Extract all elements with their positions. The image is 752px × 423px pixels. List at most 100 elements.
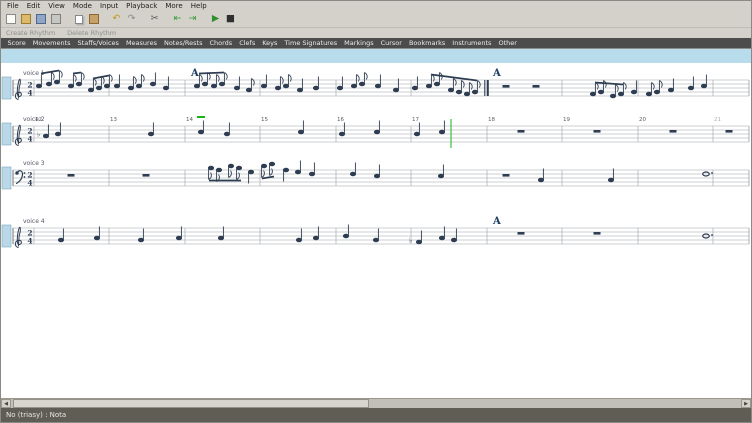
measure-number: 17 (412, 117, 419, 123)
rhythm-toolbar: Create Rhythm Delete Rhythm (1, 28, 751, 38)
menu-item-help[interactable]: Help (187, 1, 211, 11)
rehearsal-mark: A (492, 216, 501, 227)
staff-tab[interactable] (2, 225, 11, 247)
svg-text:4: 4 (27, 89, 32, 98)
scrollbar-thumb[interactable] (13, 399, 369, 408)
measure-number: 21 (714, 117, 721, 123)
score-canvas[interactable]: voice 124AAvoice 224♭voice 324voice 424A… (1, 48, 751, 398)
print-icon[interactable] (49, 13, 62, 26)
measure-number: 18 (488, 117, 495, 123)
svg-text:♭: ♭ (409, 237, 412, 245)
measure-number: 20 (639, 117, 646, 123)
statusbar-text: No (triasy) : Nota (6, 411, 66, 419)
undo-icon[interactable]: ↶ (110, 13, 123, 26)
print-icon (51, 14, 61, 24)
treble-clef-icon (15, 227, 21, 247)
staff-voice-4[interactable]: voice 424A♭ (2, 216, 749, 248)
staff-label: voice 3 (23, 160, 45, 167)
play-icon[interactable]: ▶ (209, 13, 222, 26)
measure-number: 19 (563, 117, 570, 123)
create-rhythm-button[interactable]: Create Rhythm (6, 29, 55, 37)
staff-voice-3[interactable]: voice 324 (2, 160, 749, 189)
redo-icon: ↷ (128, 14, 136, 24)
menu-item-view[interactable]: View (44, 1, 69, 11)
horizontal-scrollbar[interactable]: ◀ ▶ (1, 398, 751, 408)
svg-text:4: 4 (27, 135, 32, 144)
save-file-icon[interactable] (34, 13, 47, 26)
save-file-icon (36, 14, 46, 24)
cut-icon: ✂ (151, 14, 159, 24)
copy-icon (75, 15, 83, 24)
staff-label: voice 4 (23, 218, 45, 225)
action-menu-notes-rests[interactable]: Notes/Rests (160, 38, 206, 48)
go-to-end-icon[interactable]: ⇥ (186, 13, 199, 26)
score-svg[interactable]: voice 124AAvoice 224♭voice 324voice 424A… (1, 49, 752, 399)
action-menu-measures[interactable]: Measures (122, 38, 160, 48)
action-menu-movements[interactable]: Movements (29, 38, 74, 48)
stop-icon[interactable]: ■ (224, 13, 237, 26)
menu-item-file[interactable]: File (3, 1, 23, 11)
denemo-window: FileEditViewModeInputPlaybackMoreHelp ↶ ↷… (0, 0, 752, 423)
rehearsal-mark: A (190, 68, 199, 79)
score-header-band (1, 49, 752, 63)
copy-icon[interactable] (72, 13, 85, 26)
statusbar: No (triasy) : Nota (1, 408, 751, 422)
action-menu-instruments[interactable]: Instruments (449, 38, 495, 48)
undo-icon: ↶ (113, 14, 121, 24)
new-file-icon[interactable] (4, 13, 17, 26)
go-to-start-icon[interactable]: ⇤ (171, 13, 184, 26)
menubar: FileEditViewModeInputPlaybackMoreHelp (1, 1, 751, 11)
action-menu-chords[interactable]: Chords (206, 38, 236, 48)
stop-icon: ■ (226, 14, 235, 24)
measure-number: 15 (261, 117, 268, 123)
measure-number: 14 (186, 117, 193, 123)
menu-item-edit[interactable]: Edit (23, 1, 45, 11)
selection-marker (197, 116, 205, 118)
measure-number: 16 (337, 117, 344, 123)
scroll-right-button[interactable]: ▶ (741, 399, 751, 408)
action-menu-clefs[interactable]: Clefs (236, 38, 259, 48)
toolbar-separator (201, 13, 207, 26)
staff-tab[interactable] (2, 167, 11, 189)
cut-icon[interactable]: ✂ (148, 13, 161, 26)
staff-voice-1[interactable]: voice 124AA (2, 68, 749, 100)
paste-icon[interactable] (87, 13, 100, 26)
go-to-end-icon: ⇥ (189, 14, 197, 24)
main-toolbar: ↶ ↷ ✂ ⇤ ⇥ ▶ ■ (1, 11, 751, 28)
svg-text:♭: ♭ (37, 131, 40, 139)
action-menu-cursor[interactable]: Cursor (377, 38, 405, 48)
toolbar-separator (163, 13, 169, 26)
scroll-left-button[interactable]: ◀ (1, 399, 11, 408)
svg-text:4: 4 (27, 237, 32, 246)
action-menubar: ScoreMovementsStaffs/VoicesMeasuresNotes… (1, 38, 751, 48)
paste-icon (89, 14, 99, 24)
menu-item-mode[interactable]: Mode (69, 1, 96, 11)
action-menu-keys[interactable]: Keys (259, 38, 281, 48)
menu-item-more[interactable]: More (161, 1, 186, 11)
measure-number: 12 (35, 117, 42, 123)
toolbar-separator (64, 13, 70, 26)
action-menu-other[interactable]: Other (495, 38, 520, 48)
toolbar-separator (102, 13, 108, 26)
action-menu-staffs-voices[interactable]: Staffs/Voices (74, 38, 122, 48)
action-menu-score[interactable]: Score (4, 38, 29, 48)
action-menu-markings[interactable]: Markings (341, 38, 377, 48)
menu-item-playback[interactable]: Playback (122, 1, 161, 11)
open-file-icon (21, 14, 31, 24)
go-to-start-icon: ⇤ (174, 14, 182, 24)
action-menu-time-signatures[interactable]: Time Signatures (281, 38, 341, 48)
staff-tab[interactable] (2, 77, 11, 99)
open-file-icon[interactable] (19, 13, 32, 26)
svg-text:4: 4 (27, 179, 32, 188)
measure-number: 13 (110, 117, 117, 123)
rehearsal-mark: A (492, 68, 501, 79)
redo-icon[interactable]: ↷ (125, 13, 138, 26)
toolbar-separator (140, 13, 146, 26)
play-icon: ▶ (212, 14, 219, 24)
delete-rhythm-button[interactable]: Delete Rhythm (67, 29, 116, 37)
action-menu-bookmarks[interactable]: Bookmarks (405, 38, 448, 48)
menu-item-input[interactable]: Input (96, 1, 122, 11)
scrollbar-track[interactable] (11, 399, 741, 408)
staff-tab[interactable] (2, 123, 11, 145)
treble-clef-icon (15, 79, 21, 99)
